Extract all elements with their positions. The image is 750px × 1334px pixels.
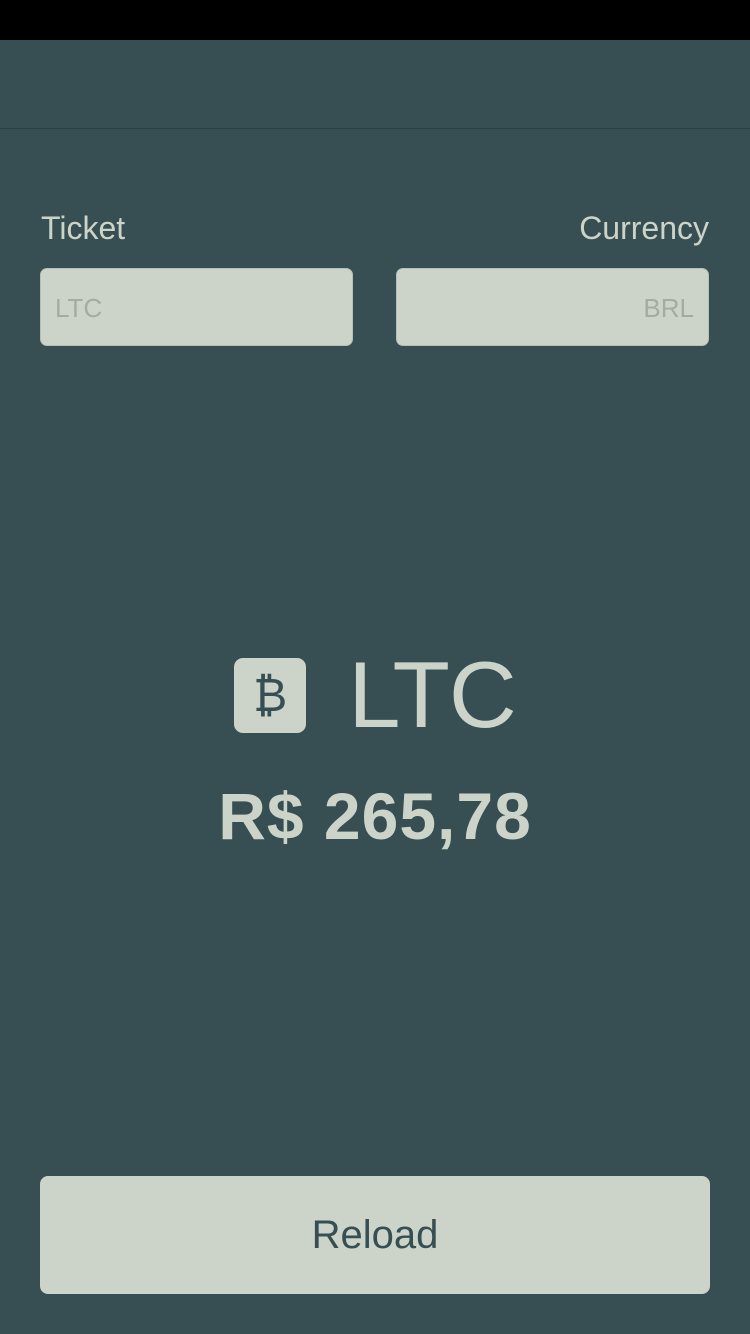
bitcoin-icon: ₿: [234, 657, 307, 733]
navigation-bar: [0, 40, 750, 129]
currency-label: Currency: [579, 210, 709, 246]
ticket-label: Ticket: [41, 210, 126, 246]
price-value: R$ 265,78: [218, 779, 532, 853]
currency-input[interactable]: BRL: [396, 268, 709, 346]
status-bar: [0, 0, 750, 40]
ticket-input[interactable]: LTC: [40, 268, 353, 346]
quote-header: ₿ LTC: [0, 640, 750, 750]
coin-symbol: LTC: [348, 642, 517, 747]
reload-button[interactable]: Reload: [40, 1176, 710, 1294]
